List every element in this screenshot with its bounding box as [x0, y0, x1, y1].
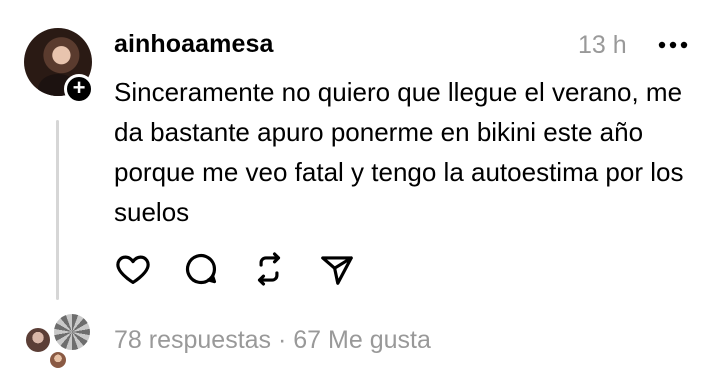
thread-line — [56, 120, 59, 300]
replier-avatar — [52, 312, 92, 352]
reply-button[interactable] — [182, 250, 220, 288]
post-text: Sinceramente no quiero que llegue el ver… — [114, 77, 684, 227]
author-username[interactable]: ainhoaamesa — [114, 30, 274, 59]
like-button[interactable] — [114, 250, 152, 288]
thread-post: + ainhoaamesa 13 h Sinceramente no quier… — [0, 0, 716, 384]
replier-avatar — [48, 350, 68, 370]
replier-avatar — [24, 326, 52, 354]
post-timestamp: 13 h — [578, 31, 627, 59]
send-icon — [321, 256, 353, 285]
repost-icon — [257, 252, 281, 286]
heart-icon — [116, 255, 150, 285]
repost-button[interactable] — [250, 250, 288, 288]
comment-bubble-icon — [185, 254, 217, 285]
post-stats[interactable]: 78 respuestas · 67 Me gusta — [114, 326, 431, 355]
follow-plus-icon[interactable]: + — [64, 74, 94, 104]
more-options-icon[interactable] — [656, 33, 690, 57]
replier-avatars[interactable] — [20, 312, 100, 372]
share-button[interactable] — [318, 250, 356, 288]
